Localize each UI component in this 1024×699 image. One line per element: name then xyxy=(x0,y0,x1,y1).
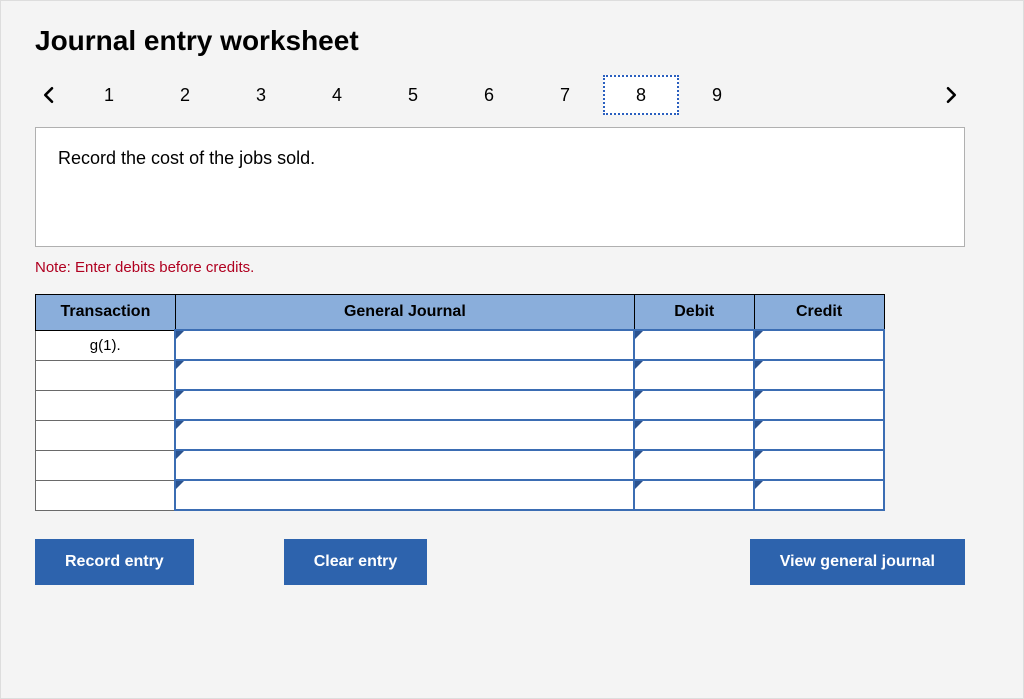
header-credit: Credit xyxy=(754,295,884,331)
debit-cell[interactable] xyxy=(634,450,754,480)
credit-cell[interactable] xyxy=(754,330,884,360)
journal-cell[interactable] xyxy=(175,420,634,450)
journal-cell[interactable] xyxy=(175,480,634,510)
tab-2[interactable]: 2 xyxy=(147,75,223,115)
table-row xyxy=(36,480,885,510)
header-general-journal: General Journal xyxy=(175,295,634,331)
journal-cell[interactable] xyxy=(175,390,634,420)
debit-cell[interactable] xyxy=(634,330,754,360)
credit-cell[interactable] xyxy=(754,480,884,510)
table-row xyxy=(36,420,885,450)
debit-cell[interactable] xyxy=(634,390,754,420)
view-general-journal-button[interactable]: View general journal xyxy=(750,539,965,585)
credit-cell[interactable] xyxy=(754,420,884,450)
journal-table: Transaction General Journal Debit Credit… xyxy=(35,294,885,511)
table-row xyxy=(36,450,885,480)
debit-cell[interactable] xyxy=(634,480,754,510)
journal-cell[interactable] xyxy=(175,450,634,480)
table-row: g(1). xyxy=(36,330,885,360)
header-debit: Debit xyxy=(634,295,754,331)
tab-6[interactable]: 6 xyxy=(451,75,527,115)
tab-7[interactable]: 7 xyxy=(527,75,603,115)
tab-3[interactable]: 3 xyxy=(223,75,299,115)
header-transaction: Transaction xyxy=(36,295,176,331)
page-title: Journal entry worksheet xyxy=(35,25,989,57)
prev-chevron-icon[interactable] xyxy=(35,76,63,114)
tab-4[interactable]: 4 xyxy=(299,75,375,115)
transaction-cell[interactable] xyxy=(36,420,176,450)
transaction-cell[interactable] xyxy=(36,360,176,390)
transaction-cell[interactable] xyxy=(36,390,176,420)
journal-cell[interactable] xyxy=(175,330,634,360)
next-chevron-icon[interactable] xyxy=(937,76,965,114)
transaction-cell[interactable] xyxy=(36,450,176,480)
journal-cell[interactable] xyxy=(175,360,634,390)
clear-entry-button[interactable]: Clear entry xyxy=(284,539,428,585)
transaction-cell[interactable]: g(1). xyxy=(36,330,176,360)
instruction-box: Record the cost of the jobs sold. xyxy=(35,127,965,247)
debit-cell[interactable] xyxy=(634,360,754,390)
credit-cell[interactable] xyxy=(754,360,884,390)
credit-cell[interactable] xyxy=(754,390,884,420)
tab-8[interactable]: 8 xyxy=(603,75,679,115)
button-row: Record entry Clear entry View general jo… xyxy=(35,539,965,585)
tab-strip: 123456789 xyxy=(35,75,965,115)
debit-cell[interactable] xyxy=(634,420,754,450)
credit-cell[interactable] xyxy=(754,450,884,480)
tab-9[interactable]: 9 xyxy=(679,75,755,115)
transaction-cell[interactable] xyxy=(36,480,176,510)
table-row xyxy=(36,360,885,390)
tab-1[interactable]: 1 xyxy=(71,75,147,115)
table-row xyxy=(36,390,885,420)
record-entry-button[interactable]: Record entry xyxy=(35,539,194,585)
tab-5[interactable]: 5 xyxy=(375,75,451,115)
worksheet-page: Journal entry worksheet 123456789 Record… xyxy=(0,0,1024,699)
note-text: Note: Enter debits before credits. xyxy=(35,259,989,276)
instruction-text: Record the cost of the jobs sold. xyxy=(58,148,315,168)
